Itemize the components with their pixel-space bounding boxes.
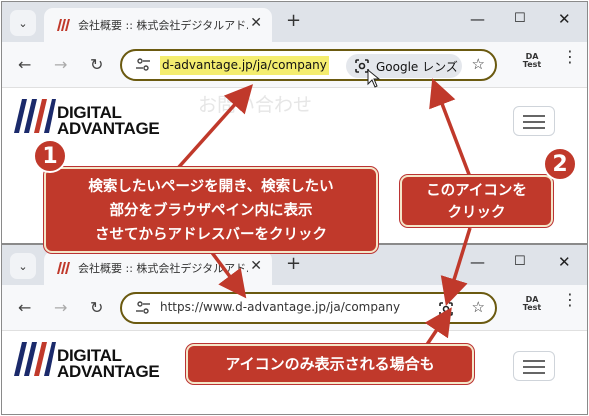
google-lens-icon[interactable] — [438, 301, 454, 317]
maximize-button[interactable]: ☐ — [514, 11, 526, 26]
reload-button[interactable]: ↻ — [90, 298, 103, 317]
minimize-button[interactable]: — — [470, 253, 485, 271]
toolbar: ← → ↻ https://www.d-advantage.jp/ja/comp… — [2, 285, 587, 331]
google-lens-button[interactable]: Google レンズ — [346, 54, 462, 78]
callout-step2: このアイコンを クリック — [400, 175, 553, 227]
hamburger-menu-button[interactable] — [513, 351, 555, 381]
hamburger-menu-button[interactable] — [513, 106, 555, 136]
logo-line2: ADVANTAGE — [57, 362, 160, 381]
digital-advantage-logo — [14, 99, 56, 133]
chevron-down-icon: ⌄ — [18, 16, 28, 30]
url-text-selected[interactable]: d-advantage.jp/ja/company — [160, 56, 329, 75]
back-button[interactable]: ← — [18, 298, 31, 317]
logo-line2: ADVANTAGE — [57, 119, 160, 138]
profile-button[interactable]: DA Test — [522, 53, 542, 69]
forward-button[interactable]: → — [54, 298, 67, 317]
window-close-button[interactable]: ✕ — [558, 10, 571, 28]
close-icon[interactable]: ✕ — [250, 258, 262, 274]
tab-title: 会社概要 :: 株式会社デジタルアドバンテージ — [78, 262, 248, 275]
url-text[interactable]: https://www.d-advantage.jp/ja/company — [160, 300, 400, 314]
tab-bar: ⌄ 会社概要 :: 株式会社デジタルアドバンテージ ✕ + — ☐ ✕ — [2, 2, 587, 42]
close-icon[interactable]: ✕ — [250, 15, 262, 31]
da-favicon-icon — [57, 19, 70, 31]
address-bar[interactable]: https://www.d-advantage.jp/ja/company ☆ — [120, 292, 497, 324]
menu-icon[interactable]: ⋮ — [562, 49, 578, 65]
minimize-button[interactable]: — — [470, 10, 485, 28]
new-tab-button[interactable]: + — [286, 253, 301, 274]
callout-icon-only: アイコンのみ表示される場合も — [186, 344, 474, 384]
tab-company[interactable]: 会社概要 :: 株式会社デジタルアドバンテージ ✕ — [44, 251, 272, 285]
menu-icon[interactable]: ⋮ — [562, 292, 578, 308]
chevron-down-icon: ⌄ — [18, 259, 28, 273]
step2-badge: 2 — [543, 147, 577, 181]
site-settings-icon[interactable] — [136, 57, 150, 73]
callout-step1: 検索したいページを開き、検索したい 部分をブラウザペイン内に表示 させてからアド… — [44, 167, 378, 253]
forward-button[interactable]: → — [54, 55, 67, 74]
tab-title: 会社概要 :: 株式会社デジタルアドバンテージ — [78, 19, 248, 32]
google-lens-icon — [355, 59, 369, 73]
da-favicon-icon — [57, 262, 70, 274]
bookmark-star-icon[interactable]: ☆ — [472, 298, 485, 316]
reload-button[interactable]: ↻ — [90, 55, 103, 74]
profile-button[interactable]: DA Test — [522, 296, 542, 312]
address-bar[interactable]: d-advantage.jp/ja/company Google レンズ ☆ — [120, 49, 497, 81]
toolbar: ← → ↻ d-advantage.jp/ja/company Google レ… — [2, 42, 587, 88]
new-tab-button[interactable]: + — [286, 10, 301, 31]
tab-company[interactable]: 会社概要 :: 株式会社デジタルアドバンテージ ✕ — [44, 8, 272, 42]
bookmark-star-icon[interactable]: ☆ — [472, 55, 485, 73]
bottom-browser-window: ⌄ 会社概要 :: 株式会社デジタルアドバンテージ ✕ + — ☐ ✕ ← → … — [1, 244, 588, 415]
contact-link-ghost: お問い合わせ — [198, 94, 313, 116]
tab-search-button[interactable]: ⌄ — [10, 253, 36, 279]
maximize-button[interactable]: ☐ — [514, 254, 526, 269]
step1-badge: 1 — [33, 139, 67, 173]
site-settings-icon[interactable] — [136, 300, 150, 316]
back-button[interactable]: ← — [18, 55, 31, 74]
tab-search-button[interactable]: ⌄ — [10, 10, 36, 36]
google-lens-label: Google レンズ — [376, 59, 458, 74]
window-close-button[interactable]: ✕ — [558, 253, 571, 271]
digital-advantage-logo — [14, 342, 56, 376]
